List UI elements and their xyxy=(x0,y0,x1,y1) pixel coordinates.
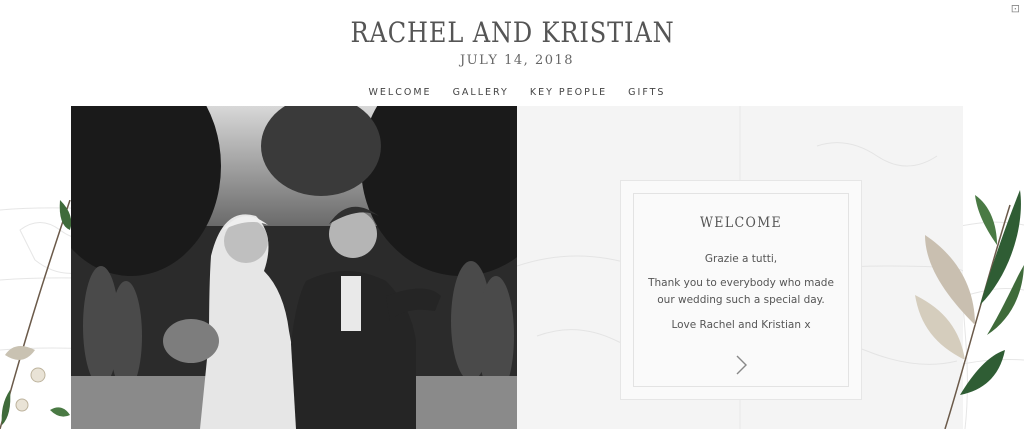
card-message-line2: our wedding such a special day. xyxy=(657,294,825,306)
nav-item-welcome[interactable]: WELCOME xyxy=(369,87,432,98)
card-signature: Love Rachel and Kristian x xyxy=(671,319,811,331)
nav-item-gifts[interactable]: GIFTS xyxy=(628,87,665,98)
accessibility-icon[interactable]: ⊡ xyxy=(1011,2,1020,15)
welcome-card: WELCOME Grazie a tutti, Thank you to eve… xyxy=(620,180,862,400)
nav-item-key-people[interactable]: KEY PEOPLE xyxy=(530,87,607,98)
wedding-photo xyxy=(71,106,517,429)
botanical-left-decoration xyxy=(0,200,72,429)
card-message-line1: Thank you to everybody who made xyxy=(648,277,834,289)
page-title: RACHEL AND KRISTIAN xyxy=(350,16,675,49)
wedding-date: JULY 14, 2018 xyxy=(459,53,575,68)
main-nav: WELCOME GALLERY KEY PEOPLE GIFTS xyxy=(0,87,1024,98)
card-greeting: Grazie a tutti, xyxy=(704,253,778,265)
botanical-right-decoration xyxy=(915,190,1024,429)
chevron-right-icon[interactable] xyxy=(731,353,751,377)
card-title: WELCOME xyxy=(699,215,783,231)
nav-item-gallery[interactable]: GALLERY xyxy=(453,87,509,98)
